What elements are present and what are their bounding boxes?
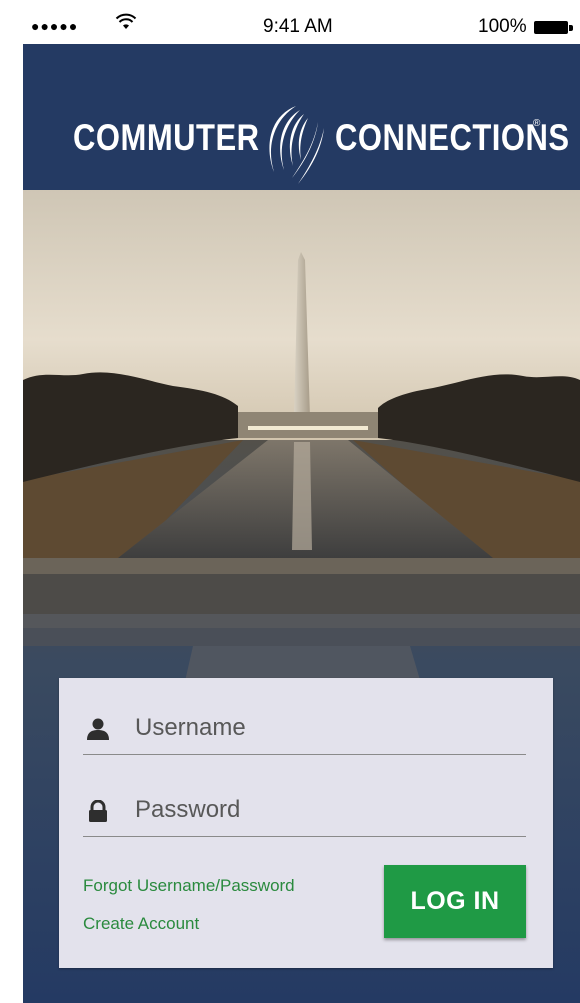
battery-percent: 100% [478,16,527,37]
phone-screen: ●●●●● 9:41 AM 100% COMMUTER CONNECTIONS … [23,10,580,1003]
login-button[interactable]: LOG IN [384,865,526,938]
username-field [83,704,526,755]
battery-full-icon [534,21,568,34]
commuter-connections-logo: COMMUTER CONNECTIONS ® [73,104,569,184]
lock-icon [89,800,107,822]
logo-swoosh-icon [269,106,324,184]
status-bar: ●●●●● 9:41 AM 100% [23,10,580,44]
username-input[interactable] [135,710,515,746]
password-field [83,786,526,837]
signal-strength-icon: ●●●●● [31,18,79,34]
logo-registered-mark: ® [533,118,541,129]
logo-text-left: COMMUTER [73,116,260,159]
app-header: COMMUTER CONNECTIONS ® [23,44,580,190]
login-card: Forgot Username/Password Create Account … [59,678,553,968]
wifi-icon [115,13,137,29]
create-account-link[interactable]: Create Account [83,914,199,934]
password-input[interactable] [135,792,515,828]
forgot-credentials-link[interactable]: Forgot Username/Password [83,876,295,896]
status-time: 9:41 AM [263,16,333,37]
user-icon [87,718,109,740]
battery-tip [569,25,573,31]
